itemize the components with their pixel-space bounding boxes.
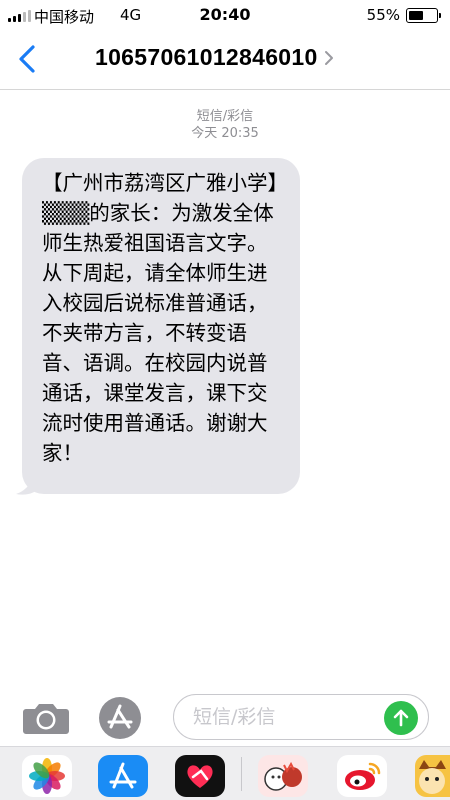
chevron-right-icon [324, 50, 333, 65]
apps-button[interactable] [98, 696, 142, 740]
app-store-app-button[interactable] [98, 755, 148, 797]
drawer-divider [241, 757, 242, 791]
message-timestamp: 今天 20:35 [191, 126, 259, 141]
digital-touch-app-button[interactable] [175, 755, 225, 797]
arrow-up-icon [393, 709, 409, 727]
app-store-icon [109, 762, 137, 789]
back-button[interactable] [16, 44, 40, 74]
battery-fill [408, 10, 423, 20]
cartoon-sticker-icon [264, 761, 302, 791]
camera-icon [23, 704, 69, 734]
contact-number-title: 10657061012846010 [95, 44, 318, 70]
battery-icon [406, 8, 441, 23]
camera-button[interactable] [22, 700, 70, 736]
battery-percent: 55% [366, 6, 400, 24]
weibo-icon [345, 762, 381, 790]
app-drawer [0, 746, 450, 800]
message-text: 【广州市荔湾区广雅小学】▒▒▒的家长：为激发全体师生热爱祖国语言文字。从下周起，… [42, 171, 278, 465]
digital-touch-icon [187, 765, 213, 788]
cat-sticker-app-button[interactable] [415, 755, 450, 797]
compose-bar [0, 688, 450, 746]
photos-app-button[interactable] [22, 755, 72, 797]
send-button[interactable] [384, 701, 418, 735]
sticker-app-button[interactable] [258, 755, 308, 797]
app-store-icon [99, 697, 141, 739]
incoming-message-bubble[interactable]: 【广州市荔湾区广雅小学】▒▒▒的家长：为激发全体师生热爱祖国语言文字。从下周起，… [22, 158, 300, 494]
weibo-app-button[interactable] [337, 755, 387, 797]
chevron-left-icon [19, 45, 35, 73]
contact-title-button[interactable]: 10657061012846010 [95, 44, 334, 71]
message-type-label: 短信/彩信 [196, 109, 254, 124]
photos-icon [29, 758, 65, 794]
cartoon-cat-icon [419, 760, 446, 794]
message-header: 短信/彩信 今天 20:35 [0, 108, 450, 142]
status-bar: 中国移动 4G 20:40 55% [0, 0, 450, 30]
navigation-bar: 10657061012846010 [0, 30, 450, 90]
